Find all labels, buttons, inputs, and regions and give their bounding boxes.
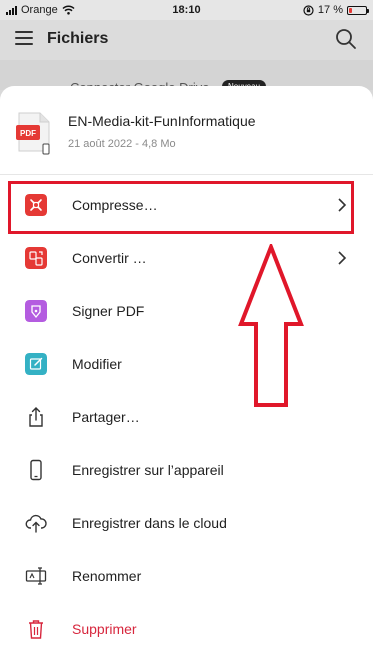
cloud-upload-icon xyxy=(25,514,47,533)
action-edit[interactable]: Modifier xyxy=(0,340,373,393)
action-label: Signer PDF xyxy=(72,303,145,319)
file-name: EN-Media-kit-FunInformatique xyxy=(68,113,256,129)
chevron-right-icon xyxy=(338,251,347,265)
annotation-highlight-box xyxy=(8,181,354,234)
action-delete[interactable]: Supprimer xyxy=(0,605,373,658)
file-actions-sheet: PDF EN-Media-kit-FunInformatique 21 août… xyxy=(0,86,373,663)
action-label: Enregistrer dans le cloud xyxy=(72,515,227,531)
page-title: Fichiers xyxy=(47,30,109,47)
action-share[interactable]: Partager… xyxy=(0,393,373,446)
divider xyxy=(0,174,373,175)
battery-fill xyxy=(349,7,352,13)
app-header: Fichiers xyxy=(0,20,373,60)
pdf-label: PDF xyxy=(20,129,36,138)
action-label: Convertir … xyxy=(72,250,147,266)
status-right: 17 % xyxy=(303,4,369,16)
action-label: Renommer xyxy=(72,568,142,584)
action-save-device[interactable]: Enregistrer sur l’appareil xyxy=(0,446,373,499)
share-icon xyxy=(29,407,43,427)
hamburger-menu-icon[interactable] xyxy=(15,31,33,45)
battery-percent: 17 % xyxy=(317,4,343,16)
action-convert[interactable]: Convertir … xyxy=(0,234,373,287)
orientation-lock-icon xyxy=(303,4,314,16)
file-meta: 21 août 2022 - 4,8 Mo xyxy=(68,138,176,150)
action-save-cloud[interactable]: Enregistrer dans le cloud xyxy=(0,499,373,552)
action-sign-pdf[interactable]: Signer PDF xyxy=(0,287,373,340)
action-label: Enregistrer sur l’appareil xyxy=(72,462,224,478)
action-rename[interactable]: Renommer xyxy=(0,552,373,605)
action-label: Supprimer xyxy=(72,621,137,637)
rename-icon xyxy=(25,567,47,585)
battery-icon xyxy=(347,5,369,15)
pdf-file-icon: PDF xyxy=(16,112,52,163)
edit-icon xyxy=(25,353,47,375)
phone-icon xyxy=(30,459,42,481)
trash-icon xyxy=(29,620,43,639)
status-bar: Orange 18:10 17 % xyxy=(0,0,373,20)
annotation-arrow-icon xyxy=(238,244,304,407)
action-label: Modifier xyxy=(72,356,122,372)
convert-icon xyxy=(25,247,47,269)
action-label: Partager… xyxy=(72,409,140,425)
search-icon[interactable] xyxy=(335,28,357,50)
sign-pdf-icon xyxy=(25,300,47,322)
